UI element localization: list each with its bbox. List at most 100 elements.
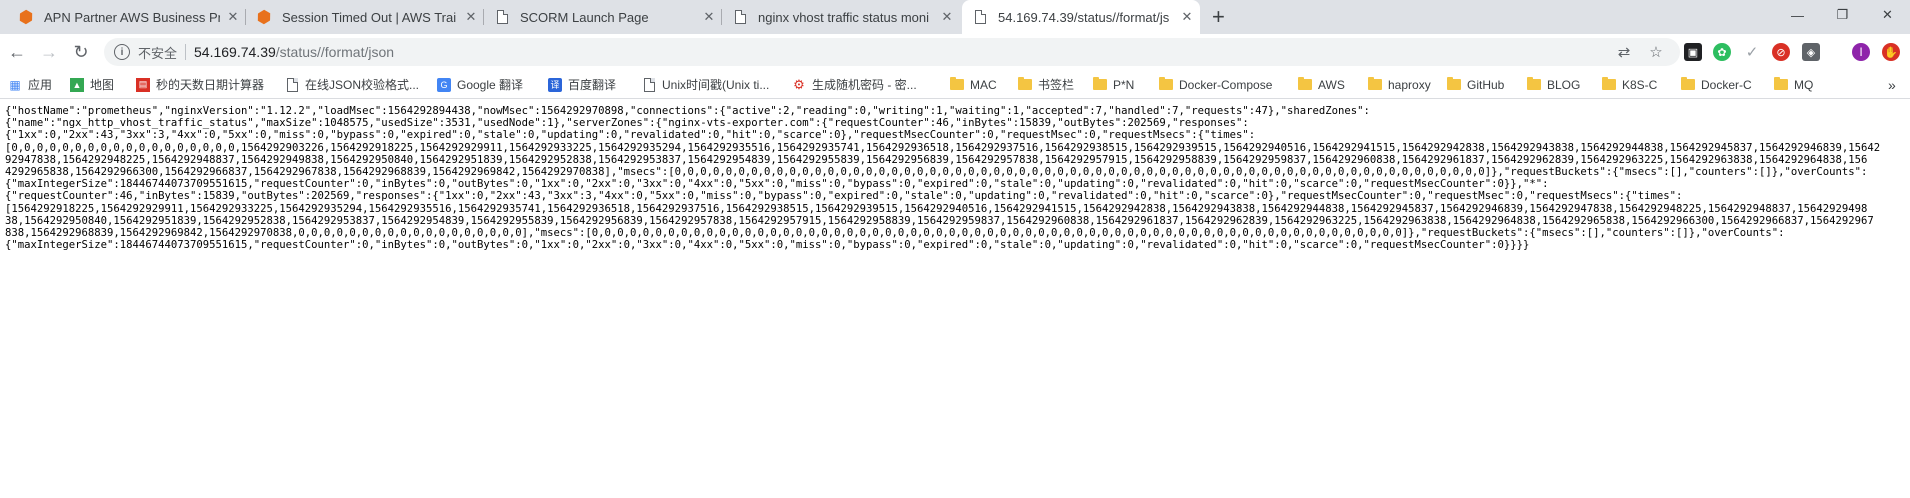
bookmark-label: 秒的天数日期计算器 <box>156 78 265 92</box>
close-icon[interactable]: ✕ <box>220 9 246 25</box>
browser-window: APN Partner AWS Business Pro ✕ Session T… <box>0 0 1910 251</box>
back-button[interactable]: ← <box>6 41 28 63</box>
document-icon <box>732 9 748 25</box>
tab-status-json[interactable]: 54.169.74.39/status//format/js ✕ <box>962 0 1200 34</box>
url-path: /status//format/json <box>275 44 395 60</box>
bookmark-folder-aws[interactable]: AWS <box>1298 71 1345 98</box>
arrow-left-icon: ← <box>8 41 26 62</box>
close-icon[interactable]: ✕ <box>1174 9 1200 25</box>
folder-icon <box>1774 77 1788 90</box>
bookmark-label: 在线JSON校验格式... <box>305 78 420 92</box>
minimize-button[interactable]: — <box>1775 0 1820 30</box>
calculator-icon: ▤ <box>136 77 150 92</box>
bookmark-label: 生成随机密码 - 密... <box>812 78 917 92</box>
aws-icon <box>256 9 272 25</box>
tab-title: nginx vhost traffic status moni <box>758 9 930 25</box>
bookmark-random-password[interactable]: ⚙ 生成随机密码 - 密... <box>792 71 917 98</box>
document-icon <box>494 9 510 25</box>
new-tab-button[interactable]: + <box>1212 5 1225 29</box>
bookmark-folder-docker-c[interactable]: Docker-C <box>1681 71 1752 98</box>
folder-icon <box>1602 77 1616 90</box>
tab-title: Session Timed Out | AWS Trai <box>282 9 457 25</box>
bookmark-label: MAC <box>970 77 997 92</box>
bookmark-folder-blog[interactable]: BLOG <box>1527 71 1580 98</box>
json-line: {"name":"ngx_http_vhost_traffic_status",… <box>5 117 1249 130</box>
bookmark-folder-docker-compose[interactable]: Docker-Compose <box>1159 71 1272 98</box>
json-line: [1564292918225,1564292929911,15642929332… <box>5 202 1868 215</box>
security-label[interactable]: 不安全 <box>138 43 177 62</box>
tab-strip: APN Partner AWS Business Pro ✕ Session T… <box>0 0 1910 34</box>
adblock-icon[interactable]: ✋ <box>1882 43 1900 61</box>
folder-icon <box>1368 77 1382 90</box>
translate-icon[interactable]: ⇄ <box>1612 38 1636 66</box>
bookmark-label: MQ <box>1794 77 1814 92</box>
bookmark-folder-github[interactable]: GitHub <box>1447 71 1504 98</box>
close-icon[interactable]: ✕ <box>696 9 722 25</box>
json-line: [0,0,0,0,0,0,0,0,0,0,0,0,0,0,0,0,0,0,156… <box>5 141 1881 154</box>
folder-icon <box>1447 77 1461 90</box>
bookmark-date-calculator[interactable]: ▤ 秒的天数日期计算器 <box>136 71 264 98</box>
tab-title: 54.169.74.39/status//format/js <box>998 9 1170 25</box>
bookmark-label: BLOG <box>1547 77 1581 92</box>
bookmark-maps[interactable]: ▲ 地图 <box>70 71 114 98</box>
bookmark-folder-bookmarks-bar[interactable]: 书签栏 <box>1018 71 1074 98</box>
tab-scorm-launch[interactable]: SCORM Launch Page ✕ <box>484 0 722 34</box>
bookmark-label: Unix时间戳(Unix ti... <box>662 78 770 92</box>
bookmark-folder-haproxy[interactable]: haproxy <box>1368 71 1431 98</box>
json-line: {"requestCounter":46,"inBytes":15839,"ou… <box>5 190 1683 203</box>
json-line: {"maxIntegerSize":18446744073709551615,"… <box>5 239 1530 252</box>
folder-icon <box>950 77 964 90</box>
close-window-button[interactable]: ✕ <box>1865 0 1910 30</box>
profile-avatar[interactable]: I <box>1852 43 1870 61</box>
bookmark-baidu-translate[interactable]: 译 百度翻译 <box>548 71 616 98</box>
star-icon[interactable]: ☆ <box>1644 38 1668 66</box>
bookmark-label: Docker-C <box>1701 77 1752 92</box>
evernote-icon[interactable]: ✿ <box>1713 43 1731 61</box>
folder-icon <box>1298 77 1312 90</box>
address-bar[interactable]: i 不安全 54.169.74.39 /status//format/json … <box>104 38 1680 66</box>
bookmark-folder-pn[interactable]: P*N <box>1093 71 1134 98</box>
info-icon[interactable]: i <box>114 44 130 60</box>
baidu-translate-icon: 译 <box>548 77 562 92</box>
json-line: {"1xx":0,"2xx":43,"3xx":3,"4xx":0,"5xx":… <box>5 129 1256 142</box>
bookmark-label: haproxy <box>1388 77 1431 92</box>
folder-icon <box>1018 77 1032 90</box>
extension-icon[interactable]: ▣ <box>1684 43 1702 61</box>
tab-session-timed-out[interactable]: Session Timed Out | AWS Trai ✕ <box>246 0 484 34</box>
close-icon[interactable]: ✕ <box>458 9 484 25</box>
bookmarks-overflow-button[interactable]: » <box>1888 71 1896 98</box>
shield-icon[interactable]: ◈ <box>1802 43 1820 61</box>
json-line: 838,1564292968839,1564292969842,15642929… <box>5 227 1785 240</box>
bookmark-label: P*N <box>1113 77 1135 92</box>
bookmark-label: K8S-C <box>1622 77 1658 92</box>
close-icon[interactable]: ✕ <box>934 9 960 25</box>
gear-icon: ⚙ <box>793 76 805 92</box>
bookmark-label: Docker-Compose <box>1179 77 1273 92</box>
bookmark-unix-timestamp[interactable]: Unix时间戳(Unix ti... <box>642 71 769 98</box>
tab-nginx-vhost[interactable]: nginx vhost traffic status moni ✕ <box>722 0 960 34</box>
bookmark-apps[interactable]: ▦ 应用 <box>8 71 52 98</box>
apps-icon: ▦ <box>9 77 21 92</box>
check-icon[interactable]: ✓ <box>1743 43 1761 61</box>
restore-button[interactable]: ❐ <box>1820 0 1865 30</box>
bookmark-folder-mq[interactable]: MQ <box>1774 71 1813 98</box>
bookmark-label: 书签栏 <box>1038 78 1075 92</box>
bookmark-label: 百度翻译 <box>568 78 617 92</box>
tab-apn-partner[interactable]: APN Partner AWS Business Pro ✕ <box>8 0 246 34</box>
bookmark-google-translate[interactable]: G Google 翻译 <box>437 71 523 98</box>
bookmarks-bar: ▦ 应用 ▲ 地图 ▤ 秒的天数日期计算器 在线JSON校验格式... G Go… <box>0 71 1910 99</box>
bookmark-label: Google 翻译 <box>457 78 524 92</box>
json-response-body: {"hostName":"prometheus","nginxVersion":… <box>0 99 1910 251</box>
bookmark-folder-mac[interactable]: MAC <box>950 71 997 98</box>
forward-button[interactable]: → <box>38 41 60 63</box>
bookmark-label: GitHub <box>1467 77 1505 92</box>
bookmark-folder-k8s-c[interactable]: K8S-C <box>1602 71 1657 98</box>
divider <box>185 44 187 60</box>
reload-button[interactable]: ↻ <box>70 41 92 63</box>
json-line: 92947838,1564292948225,1564292948837,156… <box>5 153 1868 166</box>
url-host: 54.169.74.39 <box>194 44 276 60</box>
bookmark-json-validator[interactable]: 在线JSON校验格式... <box>285 71 419 98</box>
toolbar: ← → ↻ i 不安全 54.169.74.39 /status//format… <box>0 34 1910 71</box>
block-icon[interactable]: ⊘ <box>1772 43 1790 61</box>
page-icon <box>642 77 656 92</box>
